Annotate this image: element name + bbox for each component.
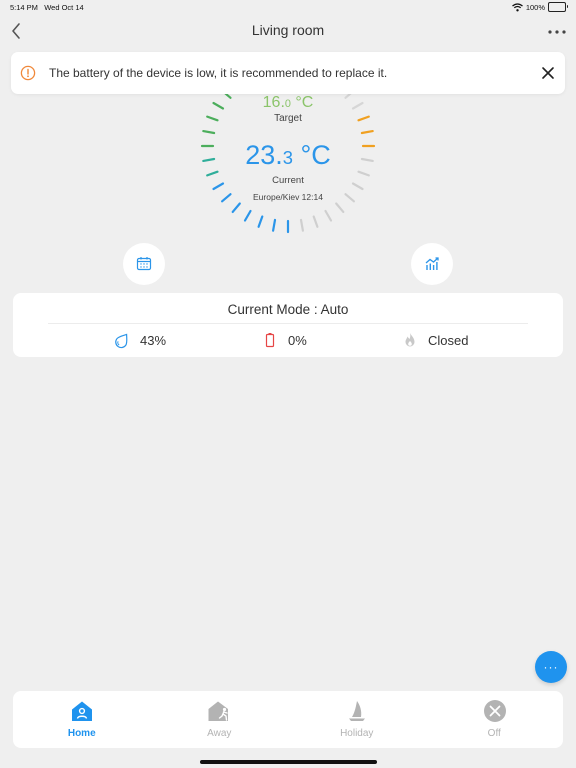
dial-tick [202,129,216,135]
more-actions-fab[interactable]: ··· [535,651,567,683]
mode-tab-bar: Home Away Holiday Off [13,691,563,748]
status-clock: 5:14 PM [10,3,38,12]
timezone-time: Europe/Kiev 12:14 [253,192,323,202]
valve-status-value: Closed [428,332,469,348]
current-mode-title: Current Mode : Auto [227,302,349,317]
dial-tick [243,209,252,222]
status-indicators: 100% [511,2,568,12]
calendar-icon [136,257,152,271]
target-temperature: 16.0 °C [188,94,388,112]
tab-holiday[interactable]: Holiday [288,691,426,748]
tab-label: Holiday [340,728,374,739]
flame-icon [400,330,420,350]
status-time: 5:14 PM Wed Oct 14 [10,3,84,12]
humidity-stat: 43% [112,330,166,350]
divider [48,323,528,324]
target-temp-whole: 16. [262,94,285,111]
close-icon [542,67,554,79]
tab-away[interactable]: Away [151,691,289,748]
thermostat-gauge[interactable]: 16.0 °C Target 23.3 °C Current Europe/Ki… [188,80,388,240]
battery-icon [548,2,568,12]
away-icon [203,700,237,722]
more-horizontal-icon [548,30,566,34]
humidity-value: 43% [140,332,167,348]
mode-card: Current Mode : Auto 43% 0% Closed [13,293,563,357]
valve-stat: Closed [400,330,468,350]
humidity-icon [112,330,132,350]
current-temp-whole: 23. [245,140,283,170]
statistics-button[interactable] [411,243,453,285]
tab-label: Home [67,728,96,739]
home-icon [65,700,99,722]
more-icon: ··· [543,660,559,674]
dial-tick [257,215,264,228]
dial-tick [335,202,345,213]
status-bar: 5:14 PM Wed Oct 14 100% [0,0,576,16]
sailboat-icon [340,700,374,722]
more-options-button[interactable] [544,20,570,42]
wifi-icon [511,2,523,11]
bar-chart-icon [425,257,439,270]
current-label: Current [272,175,304,186]
dial-tick [231,202,241,213]
current-temp-unit: °C [292,140,331,170]
battery-low-icon [260,330,280,350]
current-temp-decimal: 3 [282,147,293,168]
tab-home[interactable]: Home [13,691,151,748]
info-circle-icon [20,65,36,81]
target-temp-unit: °C [290,94,314,111]
dial-tick [299,218,305,232]
tab-off[interactable]: Off [426,691,564,748]
page-title: Living room [251,22,325,38]
dial-tick [360,129,374,135]
status-date: Wed Oct 14 [44,3,84,12]
dial-tick [271,218,277,232]
target-label: Target [274,113,302,124]
low-battery-alert: The battery of the device is low, it is … [11,52,565,94]
current-temperature: 23.3 °C [188,140,388,171]
dial-tick [312,215,319,228]
schedule-button[interactable] [123,243,165,285]
navigation-bar: Living room [0,18,576,44]
tab-label: Away [207,728,232,739]
alert-message: The battery of the device is low, it is … [49,66,388,80]
home-indicator [200,760,377,764]
off-icon [478,700,512,722]
battery-value: 0% [288,332,307,348]
battery-percent: 100% [525,2,545,12]
battery-stat: 0% [260,330,307,350]
close-alert-button[interactable] [540,65,556,81]
tab-label: Off [487,728,501,739]
dial-tick [324,209,333,222]
